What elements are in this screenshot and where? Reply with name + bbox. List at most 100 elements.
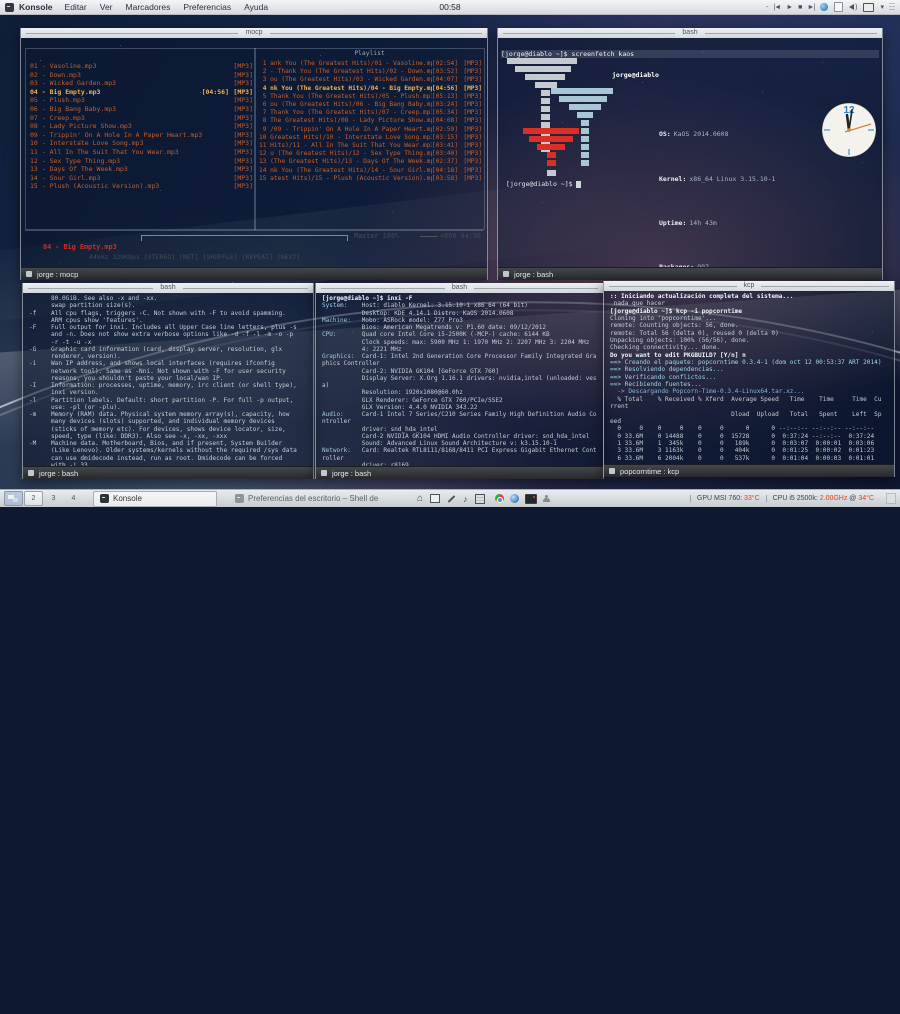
moc-playlist-row: 8 The Greatest Hits)/08 - Lady Picture S… <box>259 117 482 125</box>
home-icon[interactable]: ⌂ <box>417 493 423 504</box>
task-label: Konsole <box>113 494 142 503</box>
moc-track-row: 04 - Big Empty.mp3 [04:56] [MP3] <box>30 87 253 96</box>
media-previous-icon[interactable]: |◄ <box>773 4 781 11</box>
moc-playlist-row: 4 nk You (The Greatest Hits)/04 - Big Em… <box>259 84 482 92</box>
moc-playlist-row: 15 atest Hits)/15 - Plush (Acoustic Vers… <box>259 174 482 182</box>
moc-file-panel: 01 - Vasoline.mp3 [MP3] 02 - Down.mp3 [M… <box>25 48 256 230</box>
moc-volume-bar <box>420 235 439 237</box>
terminal-line: many devices (slots) supported, and indi… <box>29 418 275 426</box>
media-next-icon[interactable]: ►| <box>807 4 815 11</box>
terminal-line: -I Information: processes, uptime, memor… <box>29 382 297 389</box>
moc-playlist-row: 7 Thank You (The Greatest Hits)/07 - Cre… <box>259 109 482 117</box>
terminal-area[interactable]: :: Iniciando actualización completa del … <box>610 293 891 464</box>
display-icon[interactable] <box>863 2 875 12</box>
desktop-prefs-task-icon <box>235 494 244 503</box>
moc-playlist-list: 1 ank You (The Greatest Hits)/01 - Vasol… <box>259 60 482 183</box>
terminal-line: and -n. Does not show extra verbose opti… <box>29 331 294 339</box>
window-titlebar[interactable]: kcp <box>604 281 894 291</box>
network-globe-icon[interactable] <box>820 3 829 11</box>
music-note-icon[interactable]: ♪ <box>463 494 468 504</box>
screenfetch-info-row: OS: KaOS 2014.0608 <box>658 130 729 139</box>
statusbar-text: popcorntime : kcp <box>620 466 680 476</box>
taskbar-overflow-icon[interactable] <box>886 493 896 504</box>
window-titlebar[interactable]: bash <box>23 283 313 293</box>
tray-expand-arrow-icon[interactable]: ▾ <box>880 3 883 11</box>
window-frame-icon[interactable] <box>430 494 441 503</box>
statusbar-icon <box>28 470 34 476</box>
moc-track-row: 05 - Plush.mp3 [MP3] <box>30 96 253 105</box>
terminal-line: Unpacking objects: 100% (56/56), done. <box>610 337 750 345</box>
media-stop-icon[interactable]: ■ <box>798 4 802 11</box>
terminal-line: swap partition size(s). <box>29 302 136 310</box>
terminal-line: remote: Total 56 (delta 0), reused 0 (de… <box>610 329 779 337</box>
terminal-line: Graphics: Card-1: Intel 2nd Generation C… <box>322 353 597 360</box>
terminal-line: Card-2 NVIDIA GK104 HDMI Audio Controlle… <box>322 432 590 440</box>
terminal-line: [jorge@diablo ~]$ inxi -F <box>322 295 413 302</box>
terminal-line: Cloning into 'popcorntime'... <box>610 315 717 323</box>
terminal-line: -i Wan IP address, and shows local inter… <box>29 360 275 368</box>
window-titlebar[interactable]: bash <box>498 28 882 38</box>
pager-desktop-cell[interactable]: 2 <box>24 491 43 506</box>
window-statusbar: jorge : bash <box>498 267 882 280</box>
terminal-line: Display Server: X.Org 1.16.1 drivers: nv… <box>322 374 597 382</box>
media-play-icon[interactable]: ► <box>786 4 793 11</box>
terminal-line: GLX Renderer: GeForce GTX 760/PCIe/SSE2 <box>322 396 503 404</box>
chrome-icon[interactable] <box>494 494 504 503</box>
terminal-line: -f All cpu flags, triggers -C. Not shown… <box>29 309 286 317</box>
taskbar-task-desktop-prefs[interactable]: Preferencias del escritorio – Shell de <box>229 492 391 506</box>
menubar-menu-item[interactable]: Editar <box>65 2 87 12</box>
menubar-menu-item[interactable]: Ayuda <box>244 2 268 12</box>
moc-seek-bar <box>141 235 348 241</box>
terminal-area[interactable]: 01 - Vasoline.mp3 [MP3] 02 - Down.mp3 [M… <box>21 38 487 268</box>
monitor-icon[interactable] <box>524 493 537 504</box>
kaos-ascii-logo <box>507 58 613 176</box>
pager-desktop-cell[interactable]: 1 <box>4 491 23 506</box>
terminal-line: Resolution: 1920x1080@60.0hz <box>322 389 463 397</box>
terminal-line: 3 33.6M 3 1163k 0 0 404k 0 0:01:25 0:00:… <box>610 447 875 455</box>
user-silhouette-icon[interactable] <box>543 494 551 503</box>
volume-icon[interactable]: ) <box>849 4 857 11</box>
drive-box-icon[interactable] <box>474 493 485 504</box>
menubar-menu-item[interactable]: Marcadores <box>126 2 171 12</box>
terminal-line: 6 33.6M 6 2004k 0 0 537k 0 0:01:04 0:00:… <box>610 454 875 462</box>
globe-icon[interactable] <box>509 494 519 503</box>
terminal-line: ntroller <box>322 418 351 426</box>
window-titlebar[interactable]: mocp <box>21 28 487 38</box>
terminal-line: Clock speeds: max: 5900 MHz 1: 1970 MHz … <box>322 338 590 346</box>
moc-playlist-row: 13 (The Greatest Hits)/13 - Days Of The … <box>259 158 482 166</box>
moc-playlist-panel: Playlist 1 ank You (The Greatest Hits)/0… <box>254 48 485 230</box>
terminal-line: 0 33.6M 0 14488 0 0 15728 0 0:37:24 --:-… <box>610 432 875 440</box>
tray-collapse-icon[interactable]: - <box>766 4 769 11</box>
menubar-clock: 00:58 <box>439 2 461 12</box>
tray-overflow-icon[interactable] <box>889 3 895 11</box>
menubar-menu-item[interactable]: Ver <box>100 2 113 12</box>
terminal-line: ==> Verificando conflictos... <box>610 373 717 381</box>
terminal-line: 0 0 0 0 0 0 0 0 --:--:-- --:--:-- --:--:… <box>610 425 875 433</box>
terminal-line: speed, type (like: DDR3). Also see -x, -… <box>29 432 228 440</box>
clipboard-icon[interactable] <box>834 2 844 12</box>
window-moc-player: mocp 01 - Vasoline.mp3 [MP3] 02 - Down.m… <box>20 28 488 280</box>
pager-desktop-cell[interactable]: 3 <box>44 491 63 506</box>
cpu-temp-readout: CPU i5 2500k: 2.00GHz @ 34°C <box>765 495 880 502</box>
pen-icon[interactable] <box>447 494 456 503</box>
menubar-menus: Editar Ver Marcadores Preferencias Ayuda <box>65 2 282 12</box>
terminal-line: can use dmidecode instead, run as root. … <box>29 454 283 462</box>
window-titlebar[interactable]: bash <box>316 283 603 293</box>
terminal-area[interactable]: 80.0GiB. See also -x and -xx. swap parti… <box>29 295 310 466</box>
taskbar-task-konsole[interactable]: Konsole <box>93 490 217 507</box>
terminal-line: roller <box>322 454 344 462</box>
pager-desktop-cell[interactable]: 4 <box>64 491 83 506</box>
terminal-line: (sticks of memory etc). For devices, sho… <box>29 425 286 433</box>
terminal-area[interactable]: [jorge@diablo ~]$ inxi -F System: Host: d… <box>322 295 600 466</box>
terminal-line: nada que hacer <box>610 300 666 308</box>
terminal-line: 4: 2221 MHz <box>322 345 402 353</box>
terminal-line: Sound: Advanced Linux Sound Architecture… <box>322 440 557 447</box>
gpu-temp-readout: GPU MSI 760: 33°C <box>689 495 766 502</box>
moc-playlist-row: 11 Hits)/11 - All In The Suit That You W… <box>259 142 482 150</box>
moc-playlist-row: 12 u (The Greatest Hits)/12 - Sex Type T… <box>259 150 482 158</box>
menubar-menu-item[interactable]: Preferencias <box>183 2 231 12</box>
moc-track-row: 12 - Sex Type Thing.mp3 [MP3] <box>30 156 253 165</box>
moc-playlist-row: 14 nk You (The Greatest Hits)/14 - Sour … <box>259 166 482 174</box>
screenfetch-info-row: Uptime: 14h 43m <box>658 218 717 227</box>
window-statusbar: jorge : bash <box>23 466 313 479</box>
